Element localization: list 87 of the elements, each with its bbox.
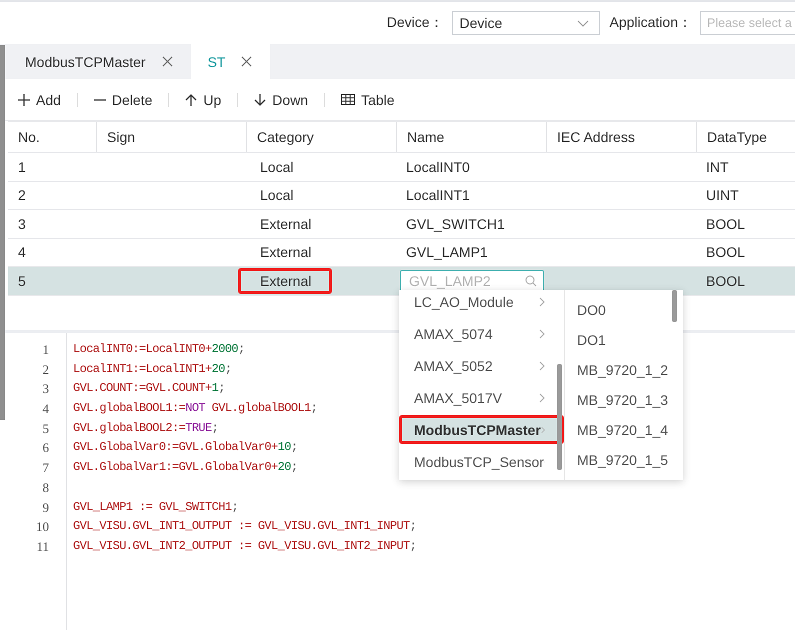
table-cell-text: BOOL [705,244,746,260]
toolbar-button[interactable]: Add [10,88,69,112]
scrollbar-thumb[interactable] [557,364,562,470]
menu-item[interactable]: AMAX_5052 [399,351,564,380]
code-line: GVL.GlobalVar1:=GVL.GlobalVar0+20; [73,459,298,476]
arrow-down-icon [254,94,266,106]
menu-item[interactable]: MB_9720_1_2 [565,355,683,385]
table-row[interactable]: 5 External GVL_LAMP2 BOOL [8,267,795,296]
line-number: 11 [35,538,50,556]
menu-item[interactable]: DO1 [565,325,683,355]
table-cell-text: 4 [17,244,27,260]
application-label: Application： [610,14,692,32]
column-header: No. [17,128,41,147]
chevron-down-icon [576,20,588,26]
plus-icon [18,94,30,106]
table-cell-text: 5 [17,272,27,289]
chevron-right-icon [539,296,545,306]
table-cell-text: BOOL [705,272,746,289]
table-cell-text: Local [259,158,294,177]
line-number: 10 [35,518,50,536]
line-number: 1 [42,341,50,359]
line-number: 7 [42,459,50,478]
table-cell-text: BOOL [705,216,746,232]
column-header: IEC Address [546,122,696,152]
table-cell-text: 3 [17,216,27,232]
menu-item[interactable]: MB_9720_1_3 [565,385,683,415]
line-number: 8 [42,478,50,497]
line-number: 3 [42,380,50,398]
menu-item[interactable]: ModbusTCP_Sensor [399,447,564,476]
code-line: LocalINT1:=LocalINT1+20; [73,360,232,378]
table-cell-text: UINT [705,187,740,204]
arrow-up-icon [185,94,198,106]
name-search-field[interactable]: GVL_LAMP2 [400,270,544,292]
toolbar-button[interactable]: Table [333,88,403,112]
menu-item[interactable]: DO0 [565,295,683,325]
menu-item[interactable]: ModbusTCPMaster [399,415,564,444]
menu-item[interactable]: MB_9720_1_5 [565,445,683,475]
line-number: 6 [42,439,50,458]
table-icon [341,94,356,105]
table-cell-text: External [259,243,312,262]
table-cell-text: INT [705,158,730,175]
code-line: LocalINT0:=LocalINT0+2000; [73,341,246,358]
line-number: 5 [42,420,50,438]
close-icon [162,56,173,67]
menu-item[interactable]: AMAX_5074 [399,319,564,348]
chevron-right-icon [539,328,545,338]
search-icon [525,274,537,287]
device-dropdown[interactable]: Device [452,11,600,35]
line-number: 4 [42,400,50,418]
table-cell-text: LocalINT0 [405,158,471,175]
menu-item[interactable]: MB_9720_1_4 [565,415,683,445]
table-cell-text: Local [259,186,294,206]
code-line: GVL_VISU.GVL_INT1_OUTPUT := GVL_VISU.GVL_INT1_INPUT; [73,518,416,536]
toolbar-button[interactable]: Up [177,88,230,112]
table-cell-text: GVL_SWITCH1 [405,216,506,232]
close-icon [241,56,252,67]
table-cell-text: External [259,214,312,234]
table-row[interactable]: 1 Local LocalINT0 INT [8,153,795,182]
tab[interactable]: ModbusTCPMaster [8,44,191,79]
chevron-right-icon [539,360,545,370]
table-cell-text: LocalINT1 [405,187,471,204]
code-line: GVL.GlobalVar0:=GVL.GlobalVar0+10; [73,439,298,456]
code-line: GVL.globalBOOL2:=TRUE; [73,420,220,437]
toolbar-button[interactable]: Delete [86,88,160,112]
menu-item[interactable]: AMAX_5017V [399,383,564,412]
device-label: Device： [386,14,444,32]
code-line: GVL.COUNT:=GVL.COUNT+1; [73,380,226,398]
table-row[interactable]: 2 Local LocalINT1 UINT [8,182,795,210]
scrollbar-thumb[interactable] [0,45,5,420]
code-line: GVL_LAMP1 := GVL_SWITCH1; [73,498,240,516]
scrollbar-thumb[interactable] [672,290,677,322]
table-cell-text: GVL_LAMP1 [405,244,489,260]
chevron-right-icon [539,392,545,402]
chevron-right-icon [540,424,545,434]
column-header: Name [396,122,546,152]
toolbar-button[interactable]: Down [246,88,316,112]
line-number: 9 [42,498,50,516]
column-header: Sign [96,122,246,152]
column-header: Category [246,122,396,152]
column-header: DataType [696,122,795,152]
line-number: 2 [42,360,50,379]
table-row[interactable]: 3 External GVL_SWITCH1 BOOL [8,210,795,238]
table-cell-text: 1 [17,158,27,175]
table-cell: External [238,268,332,294]
code-line: GVL.globalBOOL1:=NOT GVL.globalBOOL1; [73,400,318,418]
code-line: GVL_VISU.GVL_INT2_OUTPUT := GVL_VISU.GVL_INT2_INPUT; [73,538,416,555]
table-cell-text: 2 [17,187,27,204]
